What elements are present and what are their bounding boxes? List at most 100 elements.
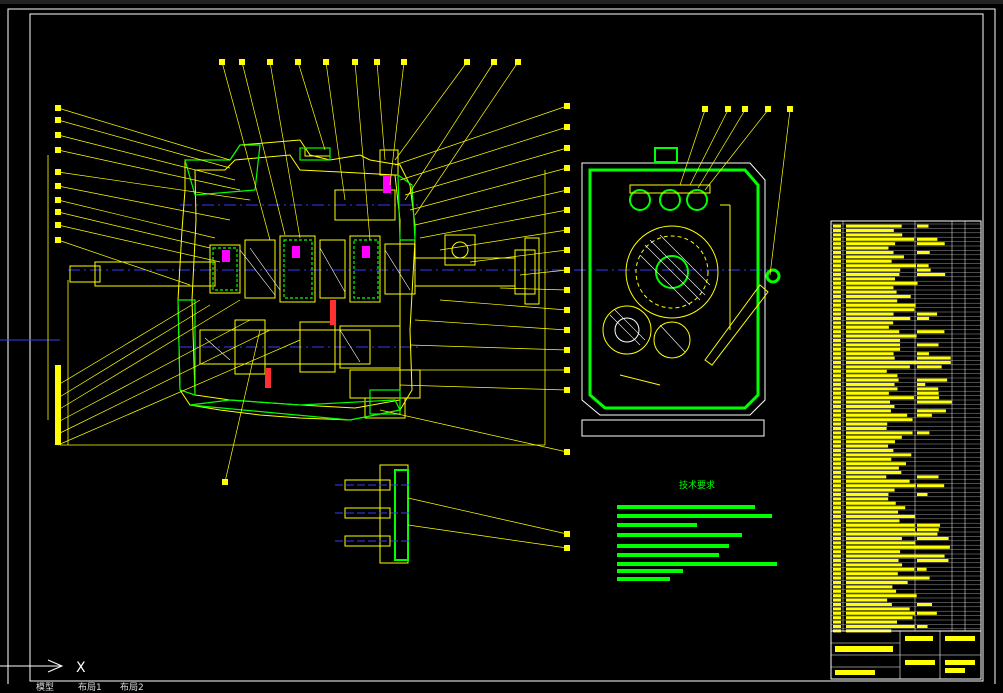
parts-list-name <box>846 343 901 347</box>
parts-list-index <box>833 497 841 501</box>
parts-list-index <box>833 572 841 576</box>
tab-layout2[interactable]: 布局2 <box>120 684 144 693</box>
parts-list-name <box>846 409 891 413</box>
parts-list-index <box>833 251 841 254</box>
parts-list-name <box>846 365 910 369</box>
parts-list-name <box>846 620 898 624</box>
parts-list-index <box>833 330 841 334</box>
parts-list-index <box>833 435 841 439</box>
parts-list-material <box>917 242 945 246</box>
parts-list-name <box>846 312 894 316</box>
parts-list-name <box>846 369 887 373</box>
parts-list-index <box>833 440 841 444</box>
parts-list-name <box>846 268 901 272</box>
parts-list-index <box>833 255 841 259</box>
parts-list-name <box>846 317 911 320</box>
parts-list-index <box>833 576 841 580</box>
parts-list-index <box>833 352 841 356</box>
parts-list-index <box>833 563 841 567</box>
parts-list-material <box>917 475 939 479</box>
parts-list-name <box>846 607 910 611</box>
parts-list-index <box>833 273 841 276</box>
tech-requirements-title: 技术要求 <box>679 479 715 491</box>
parts-list-index <box>833 519 841 523</box>
tab-layout1[interactable]: 布局1 <box>78 684 102 693</box>
parts-list-material <box>917 251 930 254</box>
parts-list-index <box>833 259 841 263</box>
parts-list-index <box>833 585 841 589</box>
side-section-view <box>581 147 781 437</box>
parts-list-index <box>833 281 841 285</box>
ucs-x-label: X <box>76 660 86 676</box>
parts-list-index <box>833 422 841 426</box>
parts-list-name <box>846 449 894 452</box>
parts-list-name <box>846 581 908 584</box>
parts-list-index <box>833 475 841 479</box>
parts-list-index <box>833 589 841 593</box>
parts-list-index <box>833 356 841 360</box>
parts-list-name <box>846 457 892 461</box>
parts-list-material <box>917 378 948 382</box>
parts-list-name <box>846 299 898 303</box>
cad-drawing-canvas[interactable]: 技术要求 X <box>0 0 1003 693</box>
parts-list-index <box>833 374 841 378</box>
parts-list-index <box>833 479 841 483</box>
parts-list-index <box>833 545 841 549</box>
parts-list-index <box>833 378 841 382</box>
ucs-axis-icon: X <box>0 659 86 676</box>
parts-list-material <box>917 431 930 435</box>
parts-list-name <box>846 523 915 527</box>
parts-list-name <box>846 484 916 488</box>
tab-model[interactable]: 模型 <box>36 684 54 693</box>
parts-list-name <box>846 479 910 483</box>
parts-list-index <box>833 598 841 602</box>
parts-list-name <box>846 383 895 386</box>
parts-list-name <box>846 488 895 492</box>
main-section-highlights <box>222 175 391 388</box>
parts-list-index <box>833 581 841 584</box>
parts-list-index <box>833 471 841 474</box>
parts-list-material <box>917 361 951 364</box>
parts-list-index <box>833 246 841 250</box>
parts-list-name <box>846 475 887 479</box>
parts-list-name <box>846 233 903 237</box>
parts-list-index <box>833 453 841 457</box>
parts-list-material <box>917 317 930 320</box>
parts-list-name <box>846 378 899 382</box>
parts-list-name <box>846 246 889 250</box>
parts-list-name <box>846 347 901 351</box>
parts-list-index <box>833 620 841 624</box>
parts-list-index <box>833 537 841 540</box>
parts-list-name <box>846 625 915 628</box>
parts-list-name <box>846 545 918 549</box>
parts-list-material <box>917 413 932 417</box>
parts-list-name <box>846 396 914 400</box>
parts-list-index <box>833 493 841 496</box>
side-section-hatching <box>609 234 711 353</box>
parts-list-material <box>917 625 928 628</box>
parts-list-index <box>833 405 841 408</box>
parts-list-name <box>846 585 893 589</box>
parts-list-material <box>917 523 940 527</box>
parts-list-name <box>846 290 897 294</box>
parts-list-index <box>833 427 841 430</box>
parts-list-name <box>846 352 894 356</box>
parts-list-index <box>833 444 841 448</box>
parts-list-name <box>846 334 917 338</box>
parts-list-index <box>833 268 841 272</box>
parts-list-name <box>846 462 906 466</box>
parts-list-index <box>833 515 841 518</box>
parts-list-index <box>833 308 841 312</box>
detail-view <box>335 464 568 564</box>
parts-list-index <box>833 510 841 514</box>
parts-list-name <box>846 259 892 263</box>
parts-list-name <box>846 413 908 417</box>
parts-list-name <box>846 594 917 598</box>
parts-list-material <box>917 532 938 536</box>
parts-list-material <box>917 603 932 606</box>
parts-list-material <box>917 312 938 316</box>
parts-list-index <box>833 224 841 228</box>
parts-list-index <box>833 303 841 307</box>
parts-list-name <box>846 277 895 281</box>
parts-list-material <box>917 356 951 360</box>
